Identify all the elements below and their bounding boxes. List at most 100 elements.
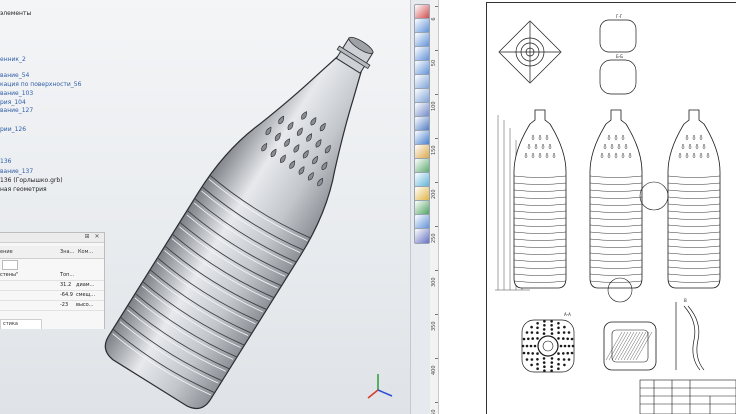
tree-item[interactable]: 136 (Горлышко.grb) xyxy=(0,177,63,185)
ruler-label: 300 xyxy=(431,277,437,287)
base-dot xyxy=(559,344,563,348)
base-dot xyxy=(530,331,534,334)
column-header-comment[interactable]: Ком... xyxy=(78,249,93,255)
tree-item[interactable]: вание_137 xyxy=(0,168,33,176)
base-dot xyxy=(543,369,546,372)
ruler-tick xyxy=(435,6,438,7)
ruler-tick xyxy=(435,314,438,315)
properties-cell-value: Топ... xyxy=(60,272,75,278)
tree-item[interactable]: элементы xyxy=(0,10,31,18)
tree-item[interactable]: кация по поверхности_56 xyxy=(0,81,81,89)
ruler-label: 6 xyxy=(431,17,437,21)
base-dot xyxy=(563,363,566,367)
filter-box[interactable] xyxy=(2,260,18,270)
properties-cell-comment: смещ... xyxy=(76,292,96,298)
base-dot xyxy=(557,322,560,325)
base-dot xyxy=(557,362,560,366)
view-label-b: Б-Б xyxy=(616,54,623,59)
properties-row[interactable]: -64.9 смещ... xyxy=(0,291,104,301)
base-dot xyxy=(566,337,569,341)
properties-cell-name: стены" xyxy=(0,272,19,278)
base-dot xyxy=(536,352,539,355)
properties-cell-value: -23 xyxy=(60,302,69,308)
tree-item[interactable]: енник_2 xyxy=(0,56,26,64)
base-dot xyxy=(550,320,553,323)
base-dot xyxy=(562,331,566,334)
base-dot xyxy=(522,337,526,341)
ruler-tick xyxy=(435,402,438,403)
select-icon[interactable] xyxy=(414,228,430,244)
base-dot xyxy=(557,358,560,361)
base-dot xyxy=(525,358,529,361)
base-dot xyxy=(529,344,533,348)
base-dot xyxy=(536,362,539,366)
properties-cell-comment: высо... xyxy=(76,302,94,308)
base-dot xyxy=(542,328,546,331)
base-dot xyxy=(521,344,525,348)
base-view-section xyxy=(603,321,657,371)
tree-item[interactable]: ная геометрия xyxy=(0,186,47,194)
detail-profile: В xyxy=(675,298,705,371)
base-dot xyxy=(543,324,546,327)
base-view-round xyxy=(521,319,575,373)
tree-item[interactable]: вание_54 xyxy=(0,72,29,80)
column-header-value[interactable]: Зна... xyxy=(60,249,74,255)
base-dot xyxy=(570,351,574,355)
ruler-tick xyxy=(435,270,438,271)
bottle-view-right xyxy=(667,109,721,289)
base-dot xyxy=(536,331,539,334)
properties-title-bar: ⊞ ✕ xyxy=(0,233,104,243)
tree-item[interactable]: рия_104 xyxy=(0,99,26,107)
ruler-tick xyxy=(435,182,438,183)
base-dot xyxy=(531,352,534,355)
base-dot xyxy=(550,332,554,335)
properties-row[interactable]: 31.2 диам... xyxy=(0,281,104,291)
cad-application: элементы енник_2 вание_54 кация по поверхно… xyxy=(0,0,736,414)
column-header-name[interactable]: ение xyxy=(0,249,13,255)
base-dot xyxy=(557,352,560,355)
ruler-label: 400 xyxy=(431,365,437,375)
ruler-tick xyxy=(435,138,438,139)
tree-item[interactable]: рии_126 xyxy=(0,126,26,134)
base-dot xyxy=(527,351,530,355)
bottle-view-middle xyxy=(589,109,643,289)
base-dot xyxy=(567,344,571,348)
vertical-ruler: 650100150200250300350400450 xyxy=(430,0,439,414)
base-dot xyxy=(562,358,566,361)
base-dot xyxy=(536,358,539,361)
base-dot xyxy=(550,369,553,372)
tree-item[interactable]: 136 xyxy=(0,158,11,166)
3d-viewport[interactable]: элементы енник_2 вание_54 кация по поверхно… xyxy=(0,0,410,414)
pin-icon[interactable]: ⊞ xyxy=(84,234,90,240)
section-view-top xyxy=(498,20,562,84)
base-dot xyxy=(536,322,539,325)
bottle-3d-model[interactable] xyxy=(90,0,410,414)
base-dot xyxy=(563,344,567,348)
properties-row[interactable]: стены" Топ... xyxy=(0,271,104,281)
base-dot xyxy=(562,337,565,340)
ruler-label: 100 xyxy=(431,101,437,111)
tree-item[interactable]: вание_127 xyxy=(0,107,33,115)
view-label-v: В xyxy=(684,298,687,303)
base-dot xyxy=(530,358,534,361)
view-label-g: Г-Г xyxy=(616,14,623,19)
drawing-sheet[interactable]: Г-Г Б-Б В А-А xyxy=(440,0,736,414)
base-dot xyxy=(536,326,539,330)
ruler-label: 250 xyxy=(431,233,437,243)
tab-properties[interactable]: стика xyxy=(0,319,42,329)
base-dot xyxy=(557,367,560,370)
detail-circle-side xyxy=(639,181,669,211)
base-dot xyxy=(543,320,546,323)
properties-row[interactable]: -23 высо... xyxy=(0,301,104,311)
base-dot xyxy=(536,337,539,340)
ruler-label: 350 xyxy=(431,321,437,331)
ruler-tick xyxy=(435,226,438,227)
close-icon[interactable]: ✕ xyxy=(94,234,100,240)
view-toolbar xyxy=(410,0,432,414)
base-dot xyxy=(533,344,537,348)
tree-item[interactable]: вание_103 xyxy=(0,90,33,98)
base-dot xyxy=(566,351,569,355)
axis-gizmo xyxy=(367,374,393,399)
ruler-tick xyxy=(435,94,438,95)
base-dot xyxy=(550,365,553,368)
